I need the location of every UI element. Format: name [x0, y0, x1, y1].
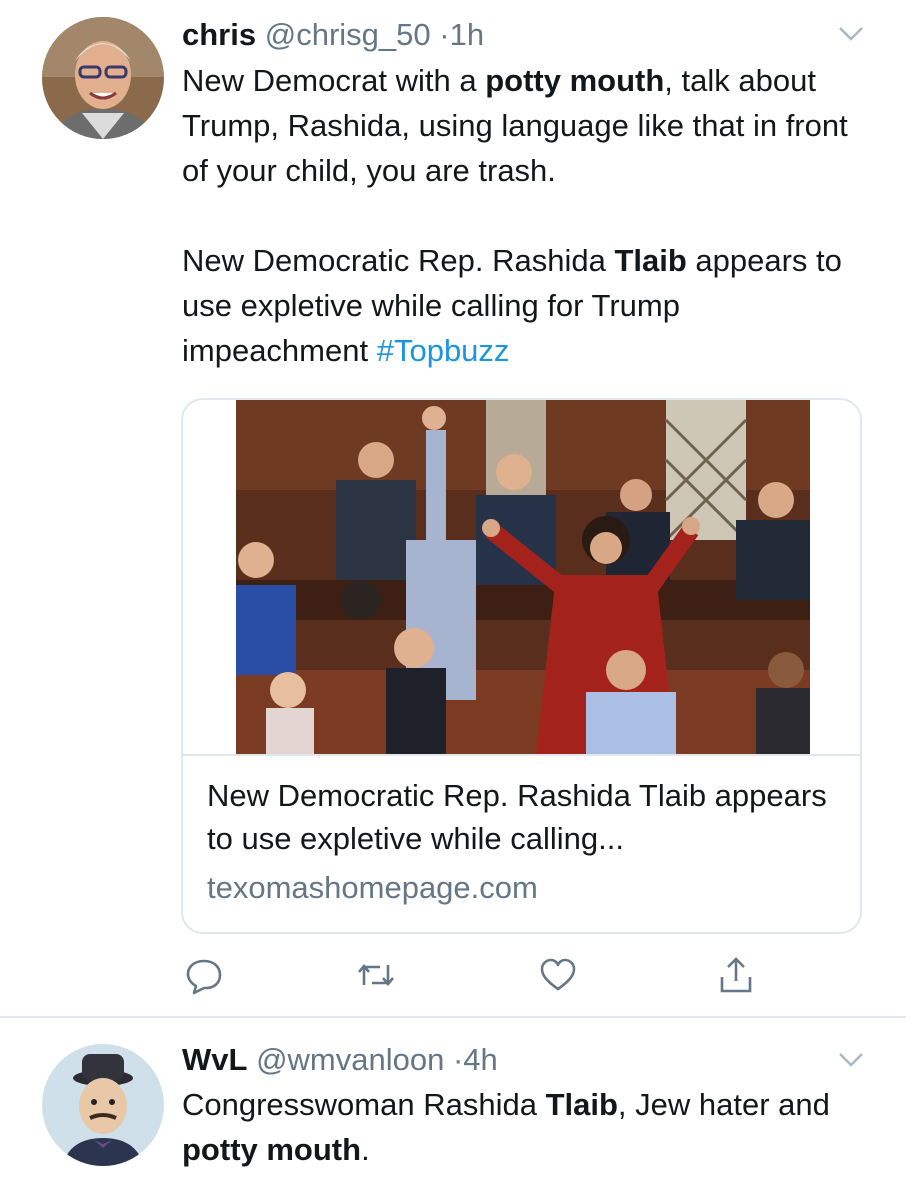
- tweet-header: chris @chrisg_50 ·1h: [182, 17, 484, 53]
- share-icon[interactable]: [716, 955, 756, 995]
- text-run: , Jew hater and: [617, 1087, 830, 1122]
- tweet-2[interactable]: WvL @wmvanloon ·4h Congresswoman Rashida…: [0, 1018, 906, 1200]
- tweet-header: WvL @wmvanloon ·4h: [182, 1042, 498, 1078]
- hashtag-link[interactable]: #Topbuzz: [377, 333, 510, 368]
- reply-icon[interactable]: [184, 955, 224, 995]
- text-run: New Democrat with a: [182, 63, 486, 98]
- tweet-paragraph-1: New Democrat with a potty mouth, talk ab…: [182, 58, 872, 193]
- separator: ·: [439, 17, 450, 52]
- text-run-bold: Tlaib: [545, 1087, 618, 1122]
- separator: ·: [452, 1042, 464, 1077]
- handle[interactable]: @chrisg_50: [265, 17, 431, 52]
- tweet-text: New Democrat with a potty mouth, talk ab…: [182, 58, 872, 373]
- text-run-bold: potty mouth: [485, 63, 665, 98]
- text-run: Congresswoman Rashida: [182, 1087, 546, 1122]
- display-name[interactable]: chris: [182, 17, 256, 52]
- timestamp[interactable]: 1h: [450, 17, 484, 52]
- tweet-actions: [0, 955, 906, 1005]
- timestamp[interactable]: 4h: [463, 1042, 497, 1077]
- chevron-down-icon[interactable]: [838, 1052, 864, 1068]
- handle[interactable]: @wmvanloon: [256, 1042, 444, 1077]
- display-name[interactable]: WvL: [182, 1042, 247, 1077]
- tweet-paragraph-2: New Democratic Rep. Rashida Tlaib appear…: [182, 238, 872, 373]
- tweet-1[interactable]: chris @chrisg_50 ·1h New Democrat with a…: [0, 0, 906, 1018]
- link-card[interactable]: New Democratic Rep. Rashida Tlaib appear…: [181, 398, 862, 934]
- card-image[interactable]: [236, 400, 810, 754]
- avatar-wvl[interactable]: [42, 1044, 164, 1166]
- text-run-bold: Tlaib: [614, 243, 687, 278]
- like-icon[interactable]: [538, 955, 578, 995]
- chevron-down-icon[interactable]: [838, 26, 864, 42]
- card-title[interactable]: New Democratic Rep. Rashida Tlaib appear…: [207, 774, 837, 860]
- text-run-bold: potty mouth: [182, 1132, 362, 1167]
- text-run: .: [361, 1132, 370, 1167]
- card-divider: [183, 754, 860, 756]
- card-domain[interactable]: texomashomepage.com: [207, 868, 538, 908]
- tweet-text: Congresswoman Rashida Tlaib, Jew hater a…: [182, 1082, 872, 1172]
- text-run: New Democratic Rep. Rashida: [182, 243, 615, 278]
- retweet-icon[interactable]: [356, 955, 396, 995]
- avatar-chris[interactable]: [42, 17, 164, 139]
